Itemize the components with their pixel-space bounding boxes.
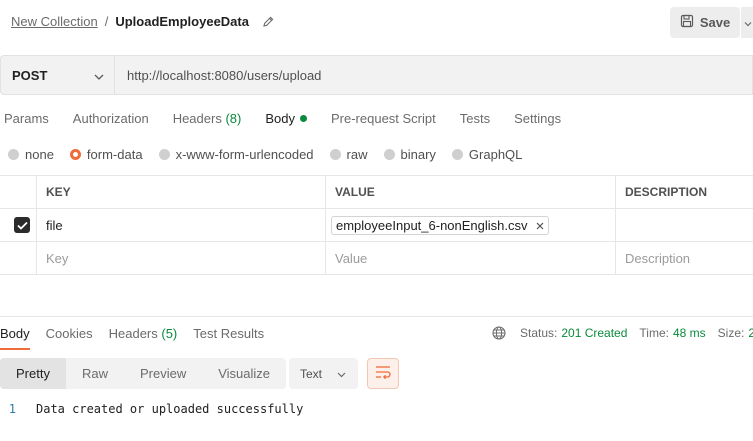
row-description-cell[interactable] bbox=[615, 209, 753, 241]
body-type-selector: none form-data x-www-form-urlencoded raw… bbox=[8, 147, 538, 162]
response-tab-body[interactable]: Body bbox=[0, 326, 30, 350]
row-key-cell[interactable]: file bbox=[36, 209, 325, 241]
radio-circle-selected bbox=[69, 149, 81, 160]
file-chip: employeeInput_6-nonEnglish.csv bbox=[331, 215, 549, 235]
globe-icon[interactable] bbox=[492, 326, 506, 340]
breadcrumb-collection-link[interactable]: New Collection bbox=[11, 14, 98, 29]
wrap-lines-icon bbox=[375, 365, 391, 382]
close-icon[interactable] bbox=[536, 218, 544, 233]
size-value[interactable]: 20 bbox=[748, 326, 753, 340]
radio-raw[interactable]: raw bbox=[329, 147, 368, 162]
wrap-lines-button[interactable] bbox=[367, 358, 399, 389]
radio-none[interactable]: none bbox=[8, 147, 54, 162]
table-header-row: KEY VALUE DESCRIPTION bbox=[0, 175, 753, 208]
column-header-description: DESCRIPTION bbox=[625, 185, 708, 199]
response-headers-count: (5) bbox=[161, 326, 178, 341]
format-label: Text bbox=[300, 366, 323, 381]
tab-authorization[interactable]: Authorization bbox=[73, 111, 149, 126]
breadcrumb: New Collection / UploadEmployeeData bbox=[11, 14, 275, 29]
method-select[interactable]: POST bbox=[0, 55, 115, 95]
status-value: 201 Created bbox=[561, 326, 628, 340]
column-divider bbox=[325, 175, 326, 275]
save-label: Save bbox=[699, 15, 731, 30]
row-value-cell[interactable]: employeeInput_6-nonEnglish.csv bbox=[325, 209, 615, 241]
table-row-new: Key Value Description bbox=[0, 241, 753, 275]
method-label: POST bbox=[12, 67, 48, 83]
save-options-button[interactable] bbox=[740, 7, 753, 38]
save-button[interactable]: Save bbox=[670, 7, 740, 38]
time-value[interactable]: 48 ms bbox=[673, 326, 706, 340]
breadcrumb-separator: / bbox=[104, 14, 109, 29]
status-label: Status: bbox=[520, 326, 558, 340]
radio-circle bbox=[383, 149, 395, 160]
key-input[interactable]: Key bbox=[36, 242, 325, 274]
value-input[interactable]: Value bbox=[325, 242, 615, 274]
column-divider bbox=[36, 175, 37, 275]
format-select[interactable]: Text bbox=[289, 358, 358, 389]
tab-settings[interactable]: Settings bbox=[514, 111, 561, 126]
column-divider bbox=[615, 175, 616, 275]
radio-form-data[interactable]: form-data bbox=[69, 147, 143, 162]
view-mode-raw[interactable]: Raw bbox=[66, 358, 124, 389]
response-tab-headers[interactable]: Headers (5) bbox=[109, 326, 178, 341]
view-mode-visualize[interactable]: Visualize bbox=[202, 358, 286, 389]
file-name: employeeInput_6-nonEnglish.csv bbox=[336, 217, 528, 233]
size-label: Size: bbox=[717, 326, 745, 340]
radio-circle bbox=[451, 149, 463, 160]
column-header-value: VALUE bbox=[335, 185, 375, 199]
view-mode-pretty[interactable]: Pretty bbox=[0, 358, 66, 389]
response-tabs: Body Cookies Headers (5) Test Results bbox=[0, 326, 280, 350]
tab-params[interactable]: Params bbox=[4, 111, 49, 126]
view-mode-switcher: Pretty Raw Preview Visualize bbox=[0, 358, 287, 389]
radio-circle bbox=[329, 149, 341, 160]
response-body-line: 1 Data created or uploaded successfully bbox=[0, 402, 304, 416]
tab-body[interactable]: Body bbox=[265, 111, 307, 126]
response-body-text: Data created or uploaded successfully bbox=[36, 402, 304, 416]
pencil-icon[interactable] bbox=[262, 15, 275, 28]
line-number: 1 bbox=[8, 402, 16, 416]
headers-count: (8) bbox=[225, 111, 242, 126]
url-text: http://localhost:8080/users/upload bbox=[127, 67, 322, 83]
radio-x-www-form-urlencoded[interactable]: x-www-form-urlencoded bbox=[158, 147, 314, 162]
view-mode-preview[interactable]: Preview bbox=[124, 358, 202, 389]
radio-circle bbox=[158, 149, 170, 160]
url-input[interactable]: http://localhost:8080/users/upload bbox=[115, 55, 753, 95]
response-tab-test-results[interactable]: Test Results bbox=[193, 326, 264, 341]
radio-circle bbox=[8, 149, 19, 160]
response-divider[interactable] bbox=[0, 316, 753, 317]
row-enabled-checkbox[interactable] bbox=[14, 217, 30, 233]
chevron-down-icon bbox=[337, 367, 346, 381]
response-tab-cookies[interactable]: Cookies bbox=[46, 326, 93, 341]
request-tabs: Params Authorization Headers (8) Body Pr… bbox=[4, 111, 585, 126]
save-icon bbox=[680, 14, 694, 31]
radio-binary[interactable]: binary bbox=[383, 147, 436, 162]
response-status-bar: Status: 201 Created Time: 48 ms Size: 20 bbox=[492, 326, 753, 340]
tab-pre-request-script[interactable]: Pre-request Script bbox=[331, 111, 436, 126]
body-indicator-dot bbox=[299, 115, 307, 122]
time-label: Time: bbox=[639, 326, 669, 340]
column-header-key: KEY bbox=[46, 185, 71, 199]
request-name[interactable]: UploadEmployeeData bbox=[115, 14, 249, 29]
form-data-table: KEY VALUE DESCRIPTION file employeeInput… bbox=[0, 175, 753, 275]
table-row: file employeeInput_6-nonEnglish.csv bbox=[0, 208, 753, 241]
tab-tests[interactable]: Tests bbox=[460, 111, 490, 126]
description-input[interactable]: Description bbox=[615, 242, 753, 274]
tab-headers[interactable]: Headers (8) bbox=[173, 111, 242, 126]
radio-graphql[interactable]: GraphQL bbox=[451, 147, 522, 162]
row-checkbox-cell bbox=[0, 209, 36, 241]
chevron-down-icon bbox=[744, 15, 752, 30]
chevron-down-icon bbox=[94, 68, 104, 83]
